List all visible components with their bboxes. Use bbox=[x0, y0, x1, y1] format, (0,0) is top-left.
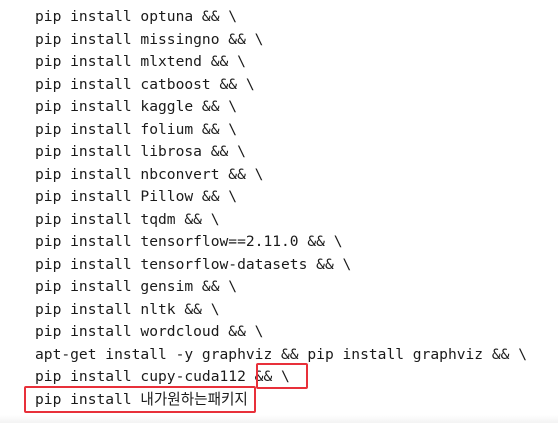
bottom-edge-shadow bbox=[0, 415, 558, 423]
code-line: pip install nltk && \ bbox=[35, 300, 220, 318]
code-line: pip install nbconvert && \ bbox=[35, 165, 264, 183]
code-line: pip install folium && \ bbox=[35, 120, 238, 138]
code-line: pip install Pillow && \ bbox=[35, 188, 238, 205]
code-line: pip install catboost && \ bbox=[35, 75, 255, 93]
code-line: pip install tensorflow-datasets && \ bbox=[35, 255, 352, 273]
code-line: pip install tensorflow==2.11.0 && \ bbox=[35, 233, 343, 250]
code-line: pip install missingno && \ bbox=[35, 30, 264, 48]
code-line: apt-get install -y graphviz && pip insta… bbox=[35, 345, 528, 363]
code-line-highlighted-continuation: pip install cupy-cuda112 && \ bbox=[35, 368, 290, 385]
code-line: pip install tqdm && \ bbox=[35, 210, 220, 228]
code-line: pip install optuna && \ bbox=[35, 8, 238, 25]
code-line: pip install gensim && \ bbox=[35, 278, 238, 295]
code-line: pip install wordcloud && \ bbox=[35, 323, 264, 340]
code-line: pip install mlxtend && \ bbox=[35, 53, 246, 70]
code-line: pip install kaggle && \ bbox=[35, 98, 238, 115]
code-line-highlighted-package: pip install 내가원하는패키지 bbox=[35, 391, 248, 408]
code-view: pip install optuna && \ pip install miss… bbox=[0, 0, 558, 423]
code-line: pip install librosa && \ bbox=[35, 143, 246, 160]
